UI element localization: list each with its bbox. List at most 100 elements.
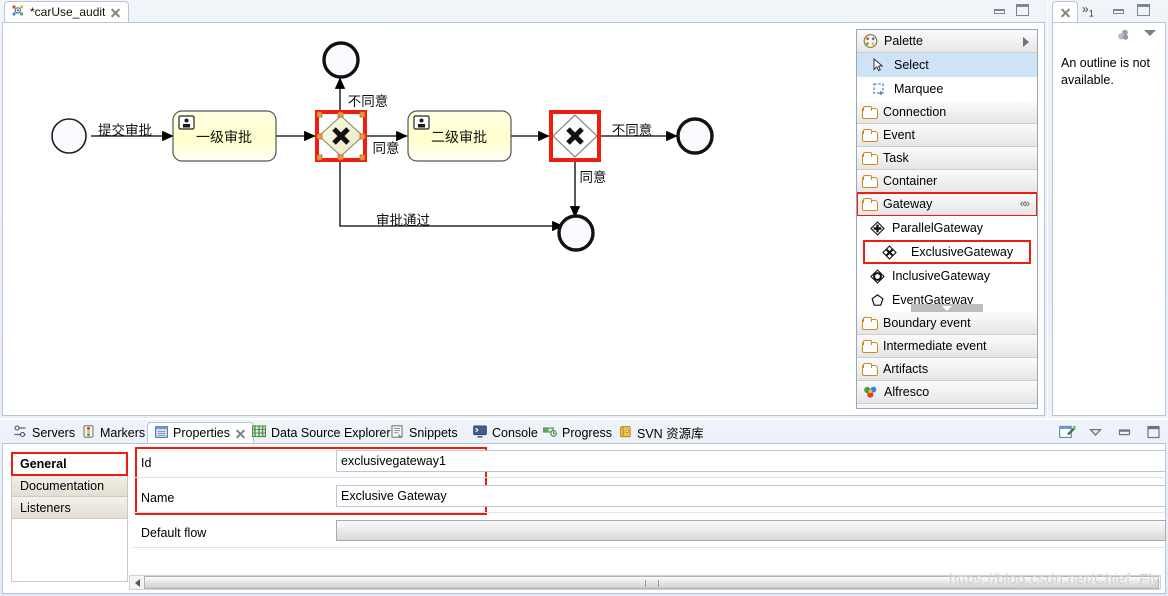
svg-text:不同意: 不同意: [348, 93, 389, 110]
field-input-name[interactable]: Exclusive Gateway: [336, 485, 1166, 507]
palette-tool-marquee[interactable]: Marquee: [857, 77, 1037, 101]
field-value-name: Exclusive Gateway: [341, 489, 447, 503]
palette-item-parallelgateway[interactable]: ParallelGateway: [857, 216, 1037, 240]
palette-header[interactable]: Palette: [857, 30, 1037, 53]
view-options-icon[interactable]: [1116, 28, 1131, 45]
properties-section-listeners[interactable]: Listeners: [12, 497, 127, 519]
palette-group-alfresco[interactable]: Alfresco: [857, 381, 1037, 404]
tab-servers[interactable]: Servers: [6, 422, 82, 443]
palette-tool-marquee-label: Marquee: [894, 82, 944, 96]
palette-group-gateway-label: Gateway: [883, 197, 933, 211]
palette-tool-select[interactable]: Select: [857, 53, 1037, 77]
palette-group-intermediate-event-label: Intermediate event: [883, 339, 987, 353]
palette-item-exclusivegateway-label[interactable]: ExclusiveGateway: [911, 245, 1013, 259]
palette-tools: Select Marquee: [857, 53, 1037, 101]
properties-panel: General Documentation Listeners Id exclu…: [2, 443, 1167, 594]
tab-console[interactable]: Console: [466, 422, 545, 443]
scrollbar-thumb[interactable]: [144, 576, 1159, 589]
field-label-default-flow: Default flow: [141, 526, 207, 540]
palette-item-inclusivegateway[interactable]: InclusiveGateway: [857, 264, 1037, 288]
palette-group-container[interactable]: Container: [857, 170, 1037, 193]
tab-data-source-explorer[interactable]: Data Source Explorer: [245, 422, 398, 443]
maximize-icon[interactable]: [1146, 425, 1162, 439]
properties-section-listeners-label: Listeners: [20, 500, 71, 515]
field-label-id: Id: [141, 456, 152, 470]
eclipse-workbench: *carUse_audit 一级审批 二级审批 提交审批 不同意 同意 审批通过…: [0, 0, 1168, 596]
field-row-id: Id: [141, 448, 151, 478]
folder-icon: [862, 198, 878, 211]
bpmn-canvas[interactable]: 一级审批 二级审批 提交审批 不同意 同意 审批通过 不同意 同意 Palett…: [2, 22, 1045, 416]
palette-group-boundary-event[interactable]: Boundary event: [857, 312, 1037, 335]
svg-text:二级审批: 二级审批: [431, 130, 487, 146]
exclusive-gateway-icon: [881, 244, 897, 260]
bpmn-diagram-icon: [11, 4, 25, 20]
properties-section-general-label: General: [20, 456, 67, 471]
svn-icon: [619, 425, 632, 441]
editor-maximize-button[interactable]: [1013, 3, 1029, 17]
palette-tool-select-label: Select: [894, 58, 929, 72]
outline-tab[interactable]: [1052, 1, 1078, 22]
tab-markers[interactable]: Markers: [75, 422, 152, 443]
palette-title: Palette: [884, 34, 923, 48]
palette-group-artifacts[interactable]: Artifacts: [857, 358, 1037, 381]
properties-section-documentation[interactable]: Documentation: [12, 475, 127, 497]
palette-group-event[interactable]: Event: [857, 124, 1037, 147]
minimize-icon[interactable]: [1117, 425, 1133, 439]
cursor-arrow-icon: [871, 57, 887, 73]
overflow-chevrons: »: [1082, 2, 1089, 16]
tab-data-source-explorer-label: Data Source Explorer: [271, 425, 391, 440]
palette-group-intermediate-event[interactable]: Intermediate event: [857, 335, 1037, 358]
scroll-left-icon[interactable]: [130, 576, 144, 589]
properties-icon: [155, 425, 168, 441]
field-row-name: Name: [141, 483, 174, 513]
palette-group-gateway[interactable]: Gateway «»: [857, 192, 1037, 217]
folder-icon: [862, 152, 878, 165]
palette-item-exclusivegateway-wrap: ExclusiveGateway: [863, 240, 1031, 264]
field-input-id[interactable]: exclusivegateway1: [336, 450, 1166, 472]
field-label-name: Name: [141, 491, 175, 505]
view-overflow-indicator[interactable]: »1: [1082, 2, 1094, 18]
collapse-icon[interactable]: «»: [1020, 198, 1030, 210]
bottom-tabstrip: Servers Markers Properties Data Source E…: [0, 420, 1168, 443]
console-icon: [473, 425, 487, 441]
close-icon[interactable]: [110, 7, 121, 18]
servers-icon: [13, 425, 27, 441]
editor-tab-label: *carUse_audit: [30, 5, 106, 19]
editor-tab-carUse_audit[interactable]: *carUse_audit: [4, 1, 130, 22]
folder-icon: [862, 363, 878, 376]
field-row-default-flow: Default flow: [141, 518, 206, 548]
palette-group-connection[interactable]: Connection: [857, 101, 1037, 124]
outline-maximize-button[interactable]: [1134, 3, 1150, 17]
pin-editor-icon[interactable]: [1059, 425, 1076, 439]
palette-group-connection-label: Connection: [883, 105, 947, 119]
tab-snippets-label: Snippets: [409, 425, 458, 440]
tab-snippets[interactable]: Snippets: [384, 422, 465, 443]
palette-group-artifacts-label: Artifacts: [883, 362, 929, 376]
view-menu-icon[interactable]: [1088, 425, 1104, 439]
palette[interactable]: Palette Select Marquee Connection Event …: [856, 29, 1038, 409]
markers-icon: [82, 424, 95, 441]
palette-group-boundary-event-label: Boundary event: [883, 316, 971, 330]
tab-properties[interactable]: Properties: [147, 422, 254, 443]
palette-group-task[interactable]: Task: [857, 147, 1037, 170]
close-icon[interactable]: [1060, 7, 1071, 18]
svg-text:提交审批: 提交审批: [98, 122, 152, 139]
outline-toolbar: [1053, 23, 1165, 47]
tab-svn-repository-label: SVN 资源库: [637, 427, 704, 441]
event-gateway-icon: [869, 292, 885, 308]
properties-view-toolbar: [1059, 422, 1162, 442]
bottom-panel: Servers Markers Properties Data Source E…: [0, 420, 1168, 596]
chevron-right-icon[interactable]: [1023, 37, 1029, 47]
properties-section-list[interactable]: General Documentation Listeners: [11, 452, 128, 582]
tab-svn-repository[interactable]: SVN 资源库: [612, 422, 711, 443]
field-combo-default-flow[interactable]: [336, 520, 1166, 541]
tab-progress[interactable]: Progress: [536, 422, 619, 443]
view-menu-icon[interactable]: [1144, 30, 1156, 36]
properties-section-general[interactable]: General: [11, 452, 128, 476]
editor-minimize-button[interactable]: [991, 4, 1007, 18]
palette-item-inclusivegateway-label: InclusiveGateway: [892, 269, 990, 283]
outline-minimize-button[interactable]: [1110, 4, 1126, 18]
tab-progress-label: Progress: [562, 425, 613, 440]
outline-message: An outline is not available.: [1061, 56, 1150, 87]
properties-horizontal-scrollbar[interactable]: [129, 575, 1161, 590]
